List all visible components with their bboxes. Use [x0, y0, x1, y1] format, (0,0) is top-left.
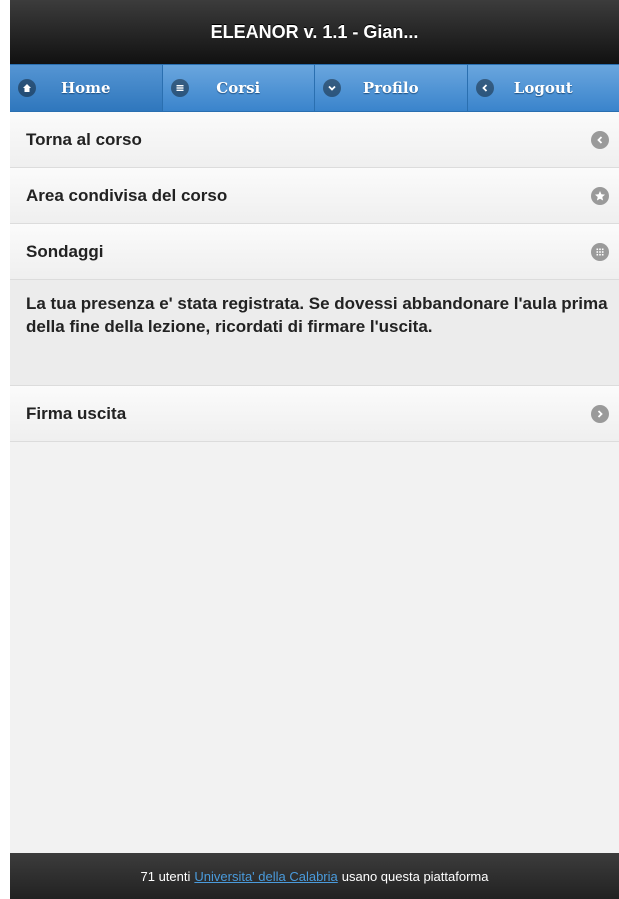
navbar: Home Corsi Profilo Logout [10, 64, 619, 112]
chevron-left-icon [591, 130, 609, 149]
nav-profilo-button[interactable]: Profilo [315, 65, 468, 111]
home-icon [18, 79, 36, 97]
nav-logout-button[interactable]: Logout [468, 65, 619, 111]
footer-prefix: 71 utenti [140, 868, 191, 884]
university-link[interactable]: Universita' della Calabria [194, 869, 337, 884]
list-item-label: Firma uscita [26, 403, 127, 423]
nav-home-label: Home [60, 79, 111, 97]
list-item-area-condivisa[interactable]: Area condivisa del corso [10, 168, 619, 224]
list-item-sondaggi[interactable]: Sondaggi [10, 224, 619, 280]
nav-corsi-label: Corsi [216, 79, 261, 97]
nav-profilo-label: Profilo [362, 79, 419, 97]
star-icon [591, 186, 609, 205]
nav-home-button[interactable]: Home [10, 65, 163, 111]
nav-corsi-button[interactable]: Corsi [163, 65, 315, 111]
list-item-torna-al-corso[interactable]: Torna al corso [10, 112, 619, 168]
chevron-down-icon [323, 79, 341, 97]
attendance-message: La tua presenza e' stata registrata. Se … [10, 280, 619, 386]
list-item-firma-uscita[interactable]: Firma uscita [10, 386, 619, 442]
list-item-label: Area condivisa del corso [26, 185, 228, 205]
list-item-label: Torna al corso [26, 129, 142, 149]
nav-logout-label: Logout [513, 79, 573, 97]
app-header: ELEANOR v. 1.1 - Gian... [10, 0, 619, 64]
app-container: ELEANOR v. 1.1 - Gian... Home Corsi Prof… [10, 0, 619, 899]
footer-suffix: usano questa piattaforma [341, 868, 489, 884]
grid-icon [591, 242, 609, 261]
list-item-label: Sondaggi [26, 241, 104, 261]
page-title: ELEANOR v. 1.1 - Gian... [210, 21, 419, 42]
attendance-message-text: La tua presenza e' stata registrata. Se … [26, 294, 608, 336]
chevron-left-icon [475, 79, 494, 97]
footer: 71 utenti Universita' della Calabria usa… [10, 853, 619, 899]
menu-icon [170, 79, 189, 97]
content-empty-area [10, 442, 619, 847]
chevron-right-icon [591, 404, 609, 423]
